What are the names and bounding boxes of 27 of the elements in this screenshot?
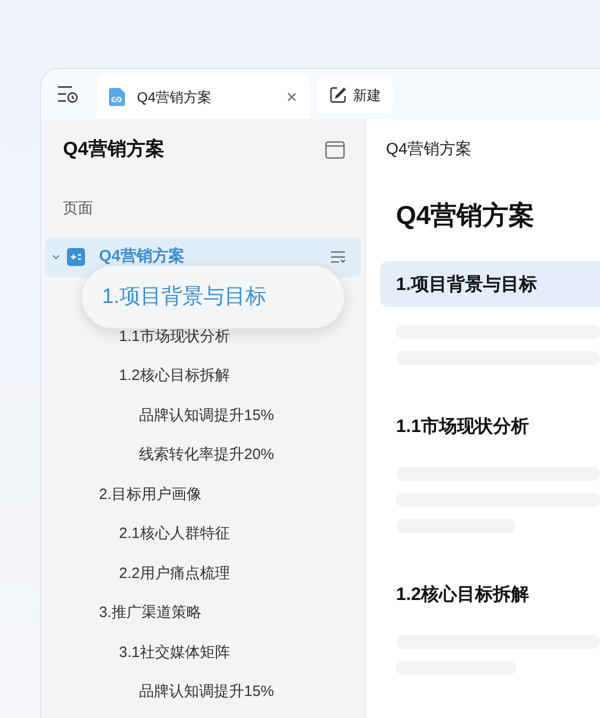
section-label: 页面	[63, 198, 93, 219]
document-link-icon	[107, 87, 127, 107]
document-tab[interactable]: Q4营销方案 ×	[97, 75, 309, 119]
page-tree-item[interactable]: 2.1核心人群特征	[117, 523, 232, 546]
page-tree-item[interactable]: 3.推广渠道策略	[97, 602, 204, 624]
page-tree-item[interactable]: 线索转化率提升20%	[137, 444, 276, 466]
edit-icon	[329, 86, 347, 104]
close-button[interactable]: ×	[286, 84, 297, 110]
sidebar-title: Q4营销方案	[63, 137, 164, 162]
section-heading[interactable]: 1.1市场现状分析	[380, 403, 600, 449]
page-tree-item[interactable]: 2.目标用户画像	[97, 484, 204, 506]
breadcrumb: Q4营销方案	[386, 139, 472, 160]
page-tree-item[interactable]: 品牌认知调提升15%	[137, 404, 276, 427]
page-tree-item[interactable]: 1.2核心目标拆解	[117, 365, 232, 388]
history-menu-icon[interactable]	[57, 85, 79, 103]
section-heading[interactable]: 1.项目背景与目标	[380, 261, 600, 307]
document-title: Q4营销方案	[396, 198, 536, 232]
section-heading[interactable]: 1.2核心目标拆解	[380, 571, 600, 617]
panel-toggle-icon[interactable]	[325, 141, 345, 159]
outline-menu-icon[interactable]	[329, 249, 347, 265]
page-tree-item[interactable]: 2.2用户痛点梳理	[117, 562, 232, 585]
page-tree-label: Q4营销方案	[99, 246, 186, 267]
chevron-icon[interactable]	[51, 252, 61, 262]
new-button[interactable]: 新建	[317, 77, 393, 113]
page-add-icon	[67, 248, 85, 266]
page-tree-item[interactable]: 3.1社交媒体矩阵	[117, 642, 232, 664]
page-tree-item[interactable]: 品牌认知调提升15%	[137, 681, 276, 704]
